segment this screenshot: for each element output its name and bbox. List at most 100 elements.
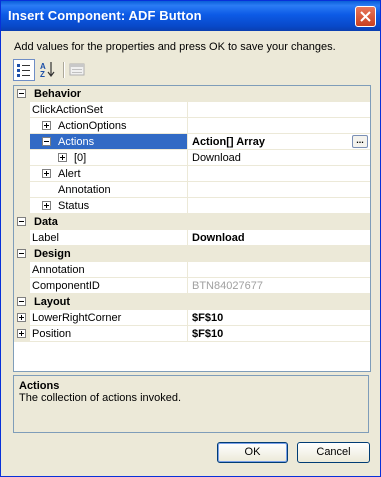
property-value-cell[interactable] — [188, 166, 370, 182]
row-margin — [14, 294, 30, 310]
row-margin — [14, 134, 30, 150]
property-name-cell[interactable]: ActionOptions — [30, 118, 188, 134]
property-row[interactable]: Annotation — [14, 182, 370, 198]
close-button[interactable] — [355, 6, 376, 27]
property-name-cell[interactable]: Actions — [30, 134, 188, 150]
row-margin — [14, 214, 30, 230]
row-margin — [14, 310, 30, 326]
property-label: Position — [32, 328, 72, 340]
property-pages-button[interactable] — [67, 59, 89, 81]
expand-icon[interactable] — [42, 121, 51, 130]
property-value: BTN84027677 — [192, 280, 263, 292]
property-value-cell[interactable]: $F$10 — [188, 310, 370, 326]
property-row[interactable]: Position $F$10 — [14, 326, 370, 342]
property-name-cell[interactable]: ClickActionSet — [30, 102, 188, 118]
property-value: $F$10 — [192, 328, 224, 340]
property-row[interactable]: [0] Download — [14, 150, 370, 166]
property-label: ClickActionSet — [32, 104, 103, 116]
row-margin — [14, 86, 30, 102]
property-row[interactable]: Label Download — [14, 230, 370, 246]
property-name-cell[interactable]: Annotation — [30, 262, 188, 278]
property-name-cell[interactable]: Status — [30, 198, 188, 214]
window-title: Insert Component: ADF Button — [8, 8, 202, 23]
ok-button[interactable]: OK — [217, 442, 288, 463]
row-margin — [14, 118, 30, 134]
category-row[interactable]: Design — [14, 246, 370, 262]
property-row[interactable]: Actions Action[] Array... — [14, 134, 370, 150]
property-value-cell[interactable] — [188, 118, 370, 134]
row-margin — [14, 230, 30, 246]
property-name-cell[interactable]: Annotation — [30, 182, 188, 198]
property-label: Annotation — [58, 184, 111, 196]
row-margin — [14, 262, 30, 278]
property-name-cell[interactable]: Position — [30, 326, 188, 342]
property-label: Actions — [58, 136, 95, 148]
property-value-cell[interactable] — [188, 198, 370, 214]
property-name-cell[interactable]: ComponentID — [30, 278, 188, 294]
expand-icon[interactable] — [17, 313, 26, 322]
property-value: Action[] Array — [192, 136, 265, 148]
property-value: Download — [192, 152, 241, 164]
category-name-cell[interactable]: Layout — [30, 294, 332, 309]
cancel-button[interactable]: Cancel — [297, 442, 370, 463]
expand-icon[interactable] — [42, 201, 51, 210]
collapse-icon[interactable] — [17, 249, 26, 258]
property-value-cell[interactable] — [188, 262, 370, 278]
title-bar[interactable]: Insert Component: ADF Button — [1, 1, 380, 31]
property-value-cell[interactable]: BTN84027677 — [188, 278, 370, 294]
property-pages-icon — [69, 63, 85, 76]
property-name-cell[interactable]: Label — [30, 230, 188, 246]
property-name-cell[interactable]: LowerRightCorner — [30, 310, 188, 326]
expand-icon[interactable] — [58, 153, 67, 162]
category-row[interactable]: Layout — [14, 294, 370, 310]
property-row[interactable]: ComponentID BTN84027677 — [14, 278, 370, 294]
collapse-icon[interactable] — [42, 137, 51, 146]
category-name-cell[interactable]: Design — [30, 246, 332, 261]
category-name-cell[interactable]: Data — [30, 214, 332, 229]
close-icon — [360, 11, 371, 22]
expand-icon[interactable] — [42, 169, 51, 178]
property-row[interactable]: LowerRightCorner $F$10 — [14, 310, 370, 326]
property-label: Label — [32, 232, 59, 244]
property-label: ComponentID — [32, 280, 100, 292]
row-margin — [14, 166, 30, 182]
property-row[interactable]: ClickActionSet — [14, 102, 370, 118]
description-title: Actions — [19, 380, 60, 392]
ellipsis-button[interactable]: ... — [352, 135, 368, 148]
category-label: Layout — [34, 296, 71, 308]
row-margin — [14, 246, 30, 262]
property-value: $F$10 — [192, 312, 224, 324]
property-value-cell[interactable]: Download — [188, 150, 370, 166]
category-row[interactable]: Behavior — [14, 86, 370, 102]
toolbar-separator — [63, 62, 65, 78]
alphabetical-button[interactable]: A Z — [37, 59, 59, 81]
collapse-icon[interactable] — [17, 89, 26, 98]
property-row[interactable]: Annotation — [14, 262, 370, 278]
property-value-cell[interactable]: Download — [188, 230, 370, 246]
property-value: Download — [192, 232, 245, 244]
property-label: Status — [58, 200, 90, 212]
property-name-cell[interactable]: Alert — [30, 166, 188, 182]
collapse-icon[interactable] — [17, 217, 26, 226]
categorized-button[interactable] — [13, 59, 35, 81]
category-label: Behavior — [34, 88, 82, 100]
svg-text:Z: Z — [40, 70, 45, 79]
row-margin — [14, 150, 30, 166]
property-row[interactable]: Status — [14, 198, 370, 214]
alphabetical-sort-icon: A Z — [40, 62, 55, 79]
property-value-cell[interactable]: $F$10 — [188, 326, 370, 342]
property-name-cell[interactable]: [0] — [30, 150, 188, 166]
property-grid[interactable]: Behavior ClickActionSet ActionOptions Actio… — [13, 85, 371, 372]
collapse-icon[interactable] — [17, 297, 26, 306]
row-margin — [14, 198, 30, 214]
category-name-cell[interactable]: Behavior — [30, 86, 332, 101]
categorized-icon — [17, 64, 30, 77]
row-margin — [14, 326, 30, 342]
property-row[interactable]: ActionOptions — [14, 118, 370, 134]
expand-icon[interactable] — [17, 329, 26, 338]
property-value-cell[interactable]: Action[] Array... — [188, 134, 370, 150]
property-value-cell[interactable] — [188, 182, 370, 198]
category-row[interactable]: Data — [14, 214, 370, 230]
property-row[interactable]: Alert — [14, 166, 370, 182]
property-value-cell[interactable] — [188, 102, 370, 118]
